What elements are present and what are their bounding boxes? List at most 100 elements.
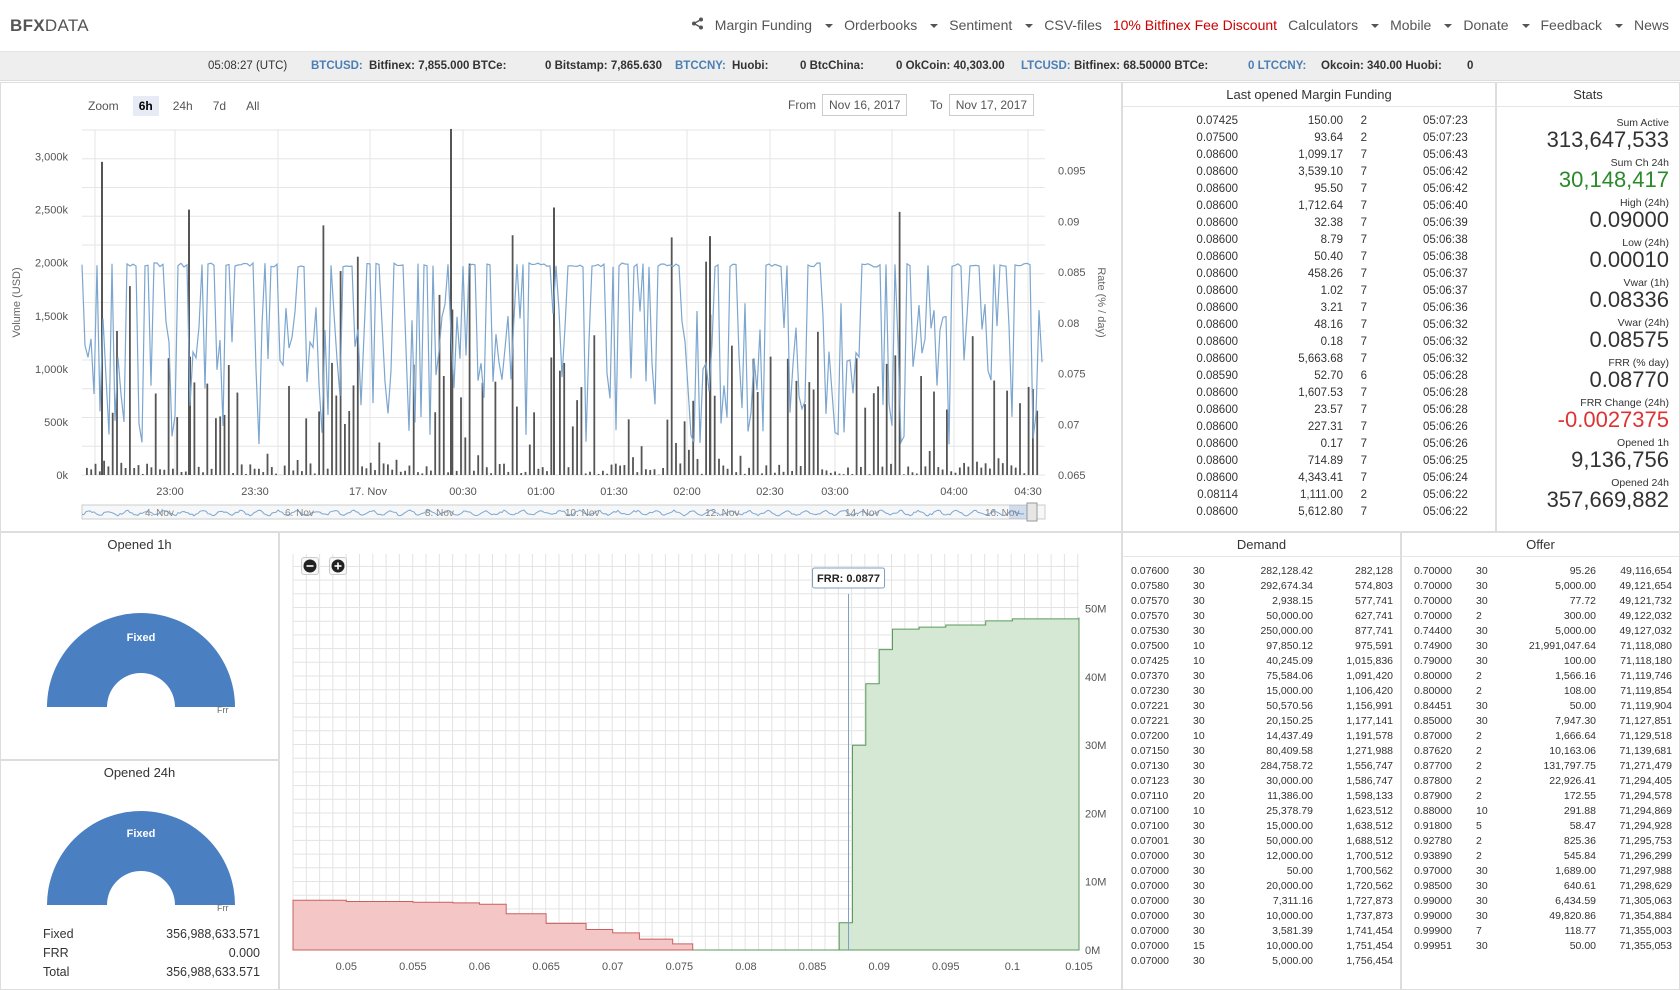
menu-label: Mobile (1390, 17, 1432, 33)
menu-sentiment[interactable]: Sentiment (949, 17, 1034, 33)
y2-axis-label: Rate (% / day) (1095, 267, 1107, 337)
chevron-down-icon (825, 24, 834, 29)
volume-bar (1006, 390, 1008, 475)
x-tick-label: 0.085 (799, 961, 827, 973)
share-icon[interactable] (691, 17, 704, 33)
menu-mobile[interactable]: Mobile (1390, 17, 1453, 33)
menu-donate[interactable]: Donate (1463, 17, 1530, 33)
cell: 0.79000 (1414, 655, 1452, 667)
offer-table: 0.70000 30 95.26 49,116,654 0.70000 30 5,000.0… (1402, 561, 1679, 989)
cell: 0.07230 (1131, 685, 1169, 697)
stat-value: 0.08575 (1589, 327, 1669, 352)
menu-margin-funding[interactable]: Margin Funding (715, 17, 834, 33)
zoom-6h-button[interactable]: 6h (132, 96, 159, 116)
cell: 30 (1476, 580, 1488, 592)
cell: 282,128 (1355, 565, 1393, 577)
cell: 0.08600 (1196, 319, 1238, 331)
volume-bar (1014, 467, 1017, 475)
cell: 15,000.00 (1266, 820, 1313, 832)
volume-bar (915, 473, 918, 475)
cell: 2 (1476, 685, 1482, 697)
volume-bar (283, 465, 286, 475)
zoom-all-button[interactable]: All (240, 96, 265, 116)
volume-bar (86, 467, 88, 475)
volume-bar (567, 467, 570, 475)
cell: 71,296,299 (1619, 850, 1672, 862)
volume-bar (331, 362, 333, 475)
cell: 2 (1476, 790, 1482, 802)
offer-area (832, 617, 1080, 951)
cell: 30 (1476, 700, 1488, 712)
range-to-input[interactable]: Nov 17, 2017 (948, 94, 1035, 116)
volume-bar (920, 376, 922, 475)
ticker-ltcusd: LTCUSD: (1021, 60, 1071, 72)
zoom-in-button[interactable] (329, 557, 347, 575)
cell: 30 (1193, 685, 1205, 697)
cell: 1,751,454 (1346, 940, 1393, 952)
x-tick-label: 23:00 (156, 486, 184, 498)
cell: 49,121,732 (1619, 595, 1672, 607)
cell: 6 (1360, 370, 1367, 382)
zoom-24h-button[interactable]: 24h (167, 96, 199, 116)
demand-row: 0.07000 15 10,000.00 1,751,454 (1123, 940, 1400, 955)
cell: 50.00 (1569, 700, 1596, 712)
cell: 3,581.39 (1272, 925, 1313, 937)
cell: 0.07110 (1131, 790, 1169, 802)
volume-bar (847, 467, 849, 475)
cell: 05:06:32 (1423, 336, 1468, 348)
cell: 1,598,133 (1346, 790, 1393, 802)
volume-bar (120, 462, 123, 475)
cell: 1,700,512 (1346, 850, 1393, 862)
volume-bar (133, 468, 136, 475)
range-from-input[interactable]: Nov 16, 2017 (822, 94, 908, 116)
navigator-label: 14. Nov (845, 508, 879, 519)
volume-bar (399, 471, 402, 475)
cell: 0.88000 (1414, 805, 1452, 817)
brand-logo[interactable]: BFXDATA (10, 16, 89, 36)
cell: 7 (1360, 285, 1367, 297)
volume-bar (249, 464, 252, 475)
cell: 30 (1193, 835, 1205, 847)
offer-row: 0.99900 7 118.77 71,355,003 (1402, 925, 1679, 940)
volume-bar (580, 387, 583, 475)
cell: 7 (1360, 234, 1367, 246)
cell: 30 (1476, 565, 1488, 577)
volume-bar (553, 207, 555, 475)
offer-row: 0.84451 30 50.00 71,119,904 (1402, 700, 1679, 715)
volume-bar (176, 417, 179, 475)
cell: 0.80000 (1414, 685, 1452, 697)
cell: 574,803 (1355, 580, 1393, 592)
margin-row: 0.08600 5,612.80 7 05:06:22 (1123, 506, 1495, 523)
zoom-7d-button[interactable]: 7d (207, 96, 232, 116)
zoom-out-button[interactable] (301, 557, 319, 575)
stat-value: 357,669,882 (1546, 487, 1669, 512)
cell: 71,119,904 (1620, 700, 1672, 712)
demand-row: 0.07000 30 50.00 1,700,562 (1123, 865, 1400, 880)
offer-row: 0.87000 2 1,666.64 71,129,518 (1402, 730, 1679, 745)
y2-tick-label: 0.075 (1058, 369, 1086, 381)
offer-row: 0.79000 30 100.00 71,118,180 (1402, 655, 1679, 670)
menu-calculators[interactable]: Calculators (1288, 17, 1380, 33)
cell: 0.07221 (1131, 700, 1169, 712)
cell: 5,000.00 (1555, 625, 1596, 637)
cell: 0.07221 (1131, 715, 1169, 727)
cell: 714.89 (1307, 455, 1343, 467)
cell: 150.00 (1307, 115, 1343, 127)
opened-1h-title: Opened 1h (107, 537, 172, 552)
volume-bar (997, 458, 1000, 475)
volume-bar (881, 466, 884, 475)
cell: 10 (1476, 805, 1488, 817)
menu-news[interactable]: News (1634, 17, 1669, 33)
y2-tick-label: 0.09 (1058, 216, 1079, 228)
y-tick-label: 2,000k (35, 258, 69, 270)
cell: 7 (1360, 183, 1367, 195)
menu-fee-discount[interactable]: 10% Bitfinex Fee Discount (1113, 17, 1277, 33)
navigator-label: 10. Nov (565, 508, 599, 519)
cell: 0.07000 (1131, 865, 1169, 877)
menu-orderbooks[interactable]: Orderbooks (844, 17, 939, 33)
cell: 71,295,753 (1619, 835, 1672, 847)
menu-feedback[interactable]: Feedback (1541, 17, 1623, 33)
volume-bar (666, 419, 669, 475)
margin-row: 0.08600 458.26 7 05:06:37 (1123, 268, 1495, 285)
menu-csv-files[interactable]: CSV-files (1044, 17, 1102, 33)
